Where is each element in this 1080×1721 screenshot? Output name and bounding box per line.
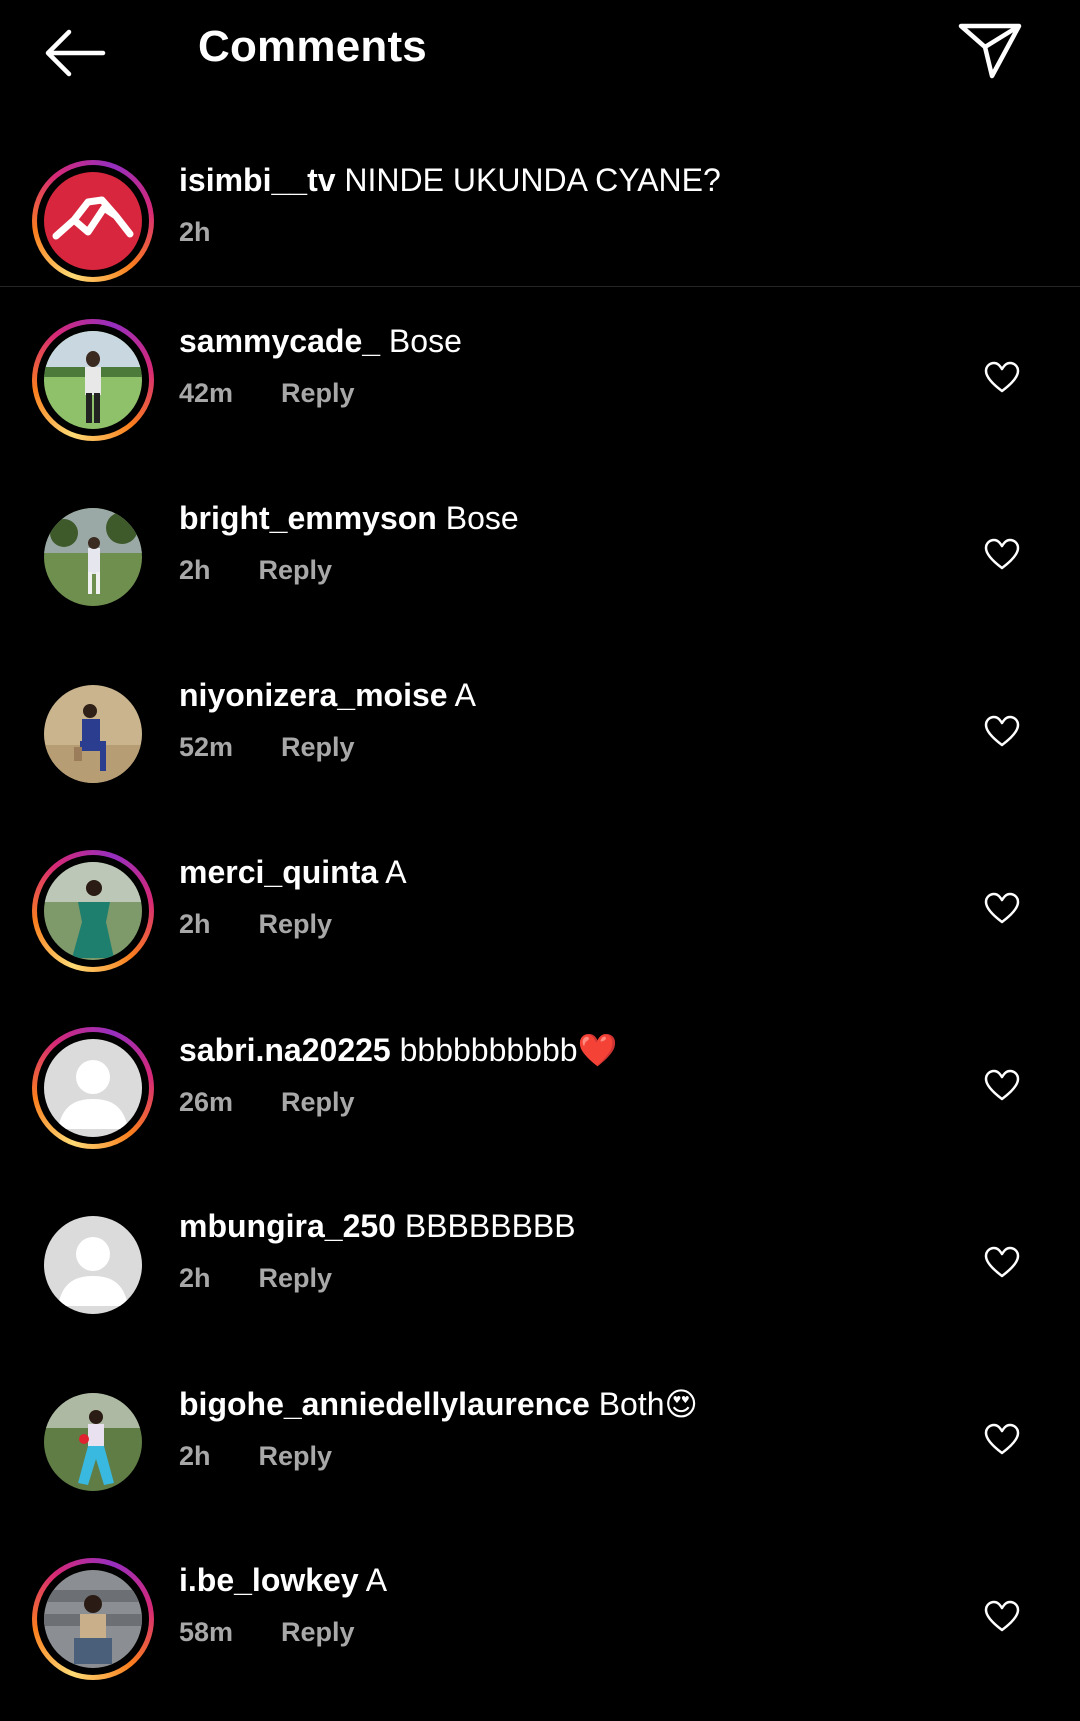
post-caption: isimbi__tv NINDE UKUNDA CYANE? 2h xyxy=(0,140,1080,287)
comment-avatar[interactable] xyxy=(32,1204,154,1326)
like-button[interactable] xyxy=(982,711,1022,751)
reply-button[interactable]: Reply xyxy=(281,1617,355,1647)
heart-icon xyxy=(984,1423,1020,1455)
comment-username[interactable]: sabri.na20225 xyxy=(179,1032,391,1068)
heart-icon xyxy=(984,1246,1020,1278)
caption-text: isimbi__tv NINDE UKUNDA CYANE? 2h xyxy=(179,162,721,248)
comment-row: sabri.na20225 bbbbbbbbbb❤️ 26m Reply xyxy=(0,1013,1080,1190)
comment-time: 2h xyxy=(179,909,211,939)
avatar xyxy=(44,862,142,960)
comment-time: 42m xyxy=(179,378,234,408)
comment-username[interactable]: sammycade_ xyxy=(179,323,380,359)
comment-text: Bose xyxy=(445,500,519,536)
like-button[interactable] xyxy=(982,1065,1022,1105)
comment-row: merci_quinta A 2h Reply xyxy=(0,836,1080,1013)
comment-time: 52m xyxy=(179,732,234,762)
comment-time: 2h xyxy=(179,555,211,585)
default-avatar xyxy=(44,1039,142,1137)
heart-icon xyxy=(984,538,1020,570)
avatar xyxy=(44,1570,142,1668)
caption-time: 2h xyxy=(179,217,211,247)
comment-avatar[interactable] xyxy=(32,850,154,972)
comment-time: 58m xyxy=(179,1617,234,1647)
comment-avatar[interactable] xyxy=(32,1381,154,1503)
comment-text: Bose xyxy=(388,323,462,359)
share-button[interactable] xyxy=(955,16,1025,86)
reply-button[interactable]: Reply xyxy=(259,1441,333,1471)
avatar xyxy=(44,508,142,606)
comment-row: bigohe_anniedellylaurence Both😍 2h Reply xyxy=(0,1367,1080,1544)
comment-time: 2h xyxy=(179,1441,211,1471)
comment-row: i.be_lowkey A 58m Reply xyxy=(0,1544,1080,1721)
reply-button[interactable]: Reply xyxy=(281,378,355,408)
avatar xyxy=(44,685,142,783)
comment-avatar[interactable] xyxy=(32,496,154,618)
like-button[interactable] xyxy=(982,1242,1022,1282)
avatar xyxy=(44,172,142,270)
like-button[interactable] xyxy=(982,534,1022,574)
comment-avatar[interactable] xyxy=(32,1027,154,1149)
heart-icon xyxy=(984,892,1020,924)
comment-row: bright_emmyson Bose 2h Reply xyxy=(0,482,1080,659)
avatar xyxy=(44,1393,142,1491)
reply-button[interactable]: Reply xyxy=(259,909,333,939)
caption-body: NINDE UKUNDA CYANE? xyxy=(344,162,721,198)
comment-time: 2h xyxy=(179,1263,211,1293)
heart-icon xyxy=(984,715,1020,747)
comment-username[interactable]: niyonizera_moise xyxy=(179,677,448,713)
reply-button[interactable]: Reply xyxy=(259,1263,333,1293)
comment-username[interactable]: i.be_lowkey xyxy=(179,1562,359,1598)
comment-avatar[interactable] xyxy=(32,1558,154,1680)
default-avatar xyxy=(44,1216,142,1314)
top-bar: Comments xyxy=(0,0,1080,100)
comment-username[interactable]: mbungira_250 xyxy=(179,1208,396,1244)
comment-text: bbbbbbbbbb❤️ xyxy=(399,1032,618,1068)
heart-icon xyxy=(984,1600,1020,1632)
avatar xyxy=(44,331,142,429)
comment-username[interactable]: merci_quinta xyxy=(179,854,378,890)
comment-avatar[interactable] xyxy=(32,319,154,441)
heart-icon xyxy=(984,1069,1020,1101)
reply-button[interactable]: Reply xyxy=(281,1087,355,1117)
comment-row: sammycade_ Bose 42m Reply xyxy=(0,305,1080,482)
reply-button[interactable]: Reply xyxy=(281,732,355,762)
comment-row: niyonizera_moise A 52m Reply xyxy=(0,659,1080,836)
heart-icon xyxy=(984,361,1020,393)
comment-row: mbungira_250 BBBBBBBB 2h Reply xyxy=(0,1190,1080,1367)
reply-button[interactable]: Reply xyxy=(259,555,333,585)
comment-time: 26m xyxy=(179,1087,234,1117)
comment-text: BBBBBBBB xyxy=(404,1208,576,1244)
page-title: Comments xyxy=(198,22,427,71)
back-button[interactable] xyxy=(40,18,110,88)
comment-avatar[interactable] xyxy=(32,673,154,795)
arrow-left-icon xyxy=(45,29,106,77)
caption-avatar-ring[interactable] xyxy=(32,160,154,282)
comment-text: A xyxy=(385,854,407,890)
comment-text: A xyxy=(454,677,477,713)
like-button[interactable] xyxy=(982,357,1022,397)
comment-text: Both😍 xyxy=(598,1386,698,1422)
like-button[interactable] xyxy=(982,1419,1022,1459)
comment-text: A xyxy=(365,1562,388,1598)
caption-username[interactable]: isimbi__tv xyxy=(179,162,336,198)
comment-username[interactable]: bigohe_anniedellylaurence xyxy=(179,1386,590,1422)
like-button[interactable] xyxy=(982,1596,1022,1636)
paper-plane-icon xyxy=(958,23,1022,79)
like-button[interactable] xyxy=(982,888,1022,928)
comment-username[interactable]: bright_emmyson xyxy=(179,500,437,536)
